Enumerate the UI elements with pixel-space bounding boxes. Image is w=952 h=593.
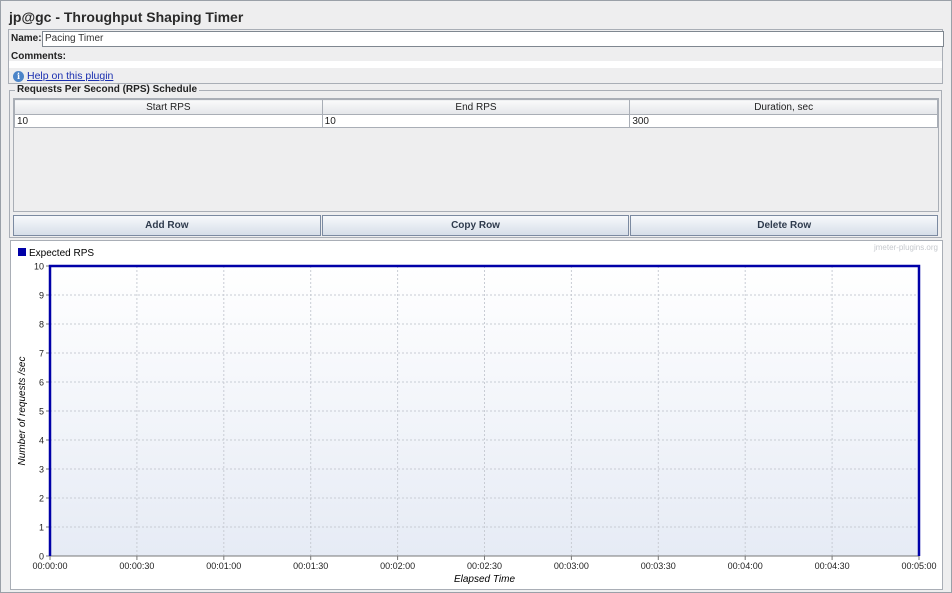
delete-row-button[interactable]: Delete Row bbox=[630, 215, 939, 236]
x-tick-label: 00:00:30 bbox=[119, 561, 154, 571]
x-tick-label: 00:00:00 bbox=[32, 561, 67, 571]
watermark: jmeter-plugins.org bbox=[873, 243, 938, 252]
table-cell[interactable]: 10 bbox=[321, 114, 631, 128]
schedule-button-row: Add Row Copy Row Delete Row bbox=[13, 215, 939, 236]
y-tick-label: 1 bbox=[39, 523, 44, 533]
x-tick-label: 00:04:30 bbox=[815, 561, 850, 571]
table-cell[interactable]: 10 bbox=[14, 114, 323, 128]
y-tick-label: 5 bbox=[39, 407, 44, 417]
x-tick-label: 00:01:30 bbox=[293, 561, 328, 571]
x-tick-label: 00:03:30 bbox=[641, 561, 676, 571]
y-tick-label: 10 bbox=[34, 262, 44, 272]
y-tick-label: 3 bbox=[39, 465, 44, 475]
y-axis-label: Number of requests /sec bbox=[17, 357, 28, 466]
x-tick-label: 00:04:00 bbox=[728, 561, 763, 571]
y-tick-label: 4 bbox=[39, 436, 44, 446]
y-tick-label: 2 bbox=[39, 494, 44, 504]
rps-schedule-legend: Requests Per Second (RPS) Schedule bbox=[15, 84, 200, 95]
comments-field[interactable] bbox=[9, 61, 942, 68]
rps-chart: jmeter-plugins.org Expected RPS 0 1 2 3 4 5 6 7… bbox=[10, 240, 943, 590]
table-cell[interactable]: 300 bbox=[629, 114, 938, 128]
info-icon: i bbox=[13, 70, 24, 82]
y-tick-label: 8 bbox=[39, 320, 44, 330]
chart-svg: jmeter-plugins.org Expected RPS 0 1 2 3 4 5 6 7… bbox=[17, 243, 938, 585]
name-label: Name: bbox=[11, 33, 42, 44]
add-row-button[interactable]: Add Row bbox=[13, 215, 321, 236]
rps-schedule-group: Requests Per Second (RPS) Schedule Start… bbox=[9, 84, 942, 238]
x-tick-label: 00:05:00 bbox=[901, 561, 936, 571]
page-title: jp@gc - Throughput Shaping Timer bbox=[9, 9, 244, 25]
help-row: i Help on this plugin bbox=[13, 69, 113, 83]
y-tick-label: 7 bbox=[39, 349, 44, 359]
schedule-table: Start RPS End RPS Duration, sec 10 10 30… bbox=[13, 98, 939, 212]
copy-row-button[interactable]: Copy Row bbox=[321, 215, 630, 236]
y-tick-label: 6 bbox=[39, 378, 44, 388]
help-link[interactable]: Help on this plugin bbox=[27, 70, 113, 82]
x-axis-label: Elapsed Time bbox=[454, 574, 515, 585]
x-tick-label: 00:03:00 bbox=[554, 561, 589, 571]
x-tick-label: 00:01:00 bbox=[206, 561, 241, 571]
x-tick-label: 00:02:30 bbox=[467, 561, 502, 571]
x-tick-label: 00:02:00 bbox=[380, 561, 415, 571]
column-header-duration[interactable]: Duration, sec bbox=[629, 99, 938, 115]
y-tick-label: 9 bbox=[39, 291, 44, 301]
legend-label: Expected RPS bbox=[29, 248, 94, 259]
table-row[interactable]: 10 10 300 bbox=[14, 114, 938, 128]
y-tick-label: 0 bbox=[39, 552, 44, 562]
name-field[interactable]: Pacing Timer bbox=[42, 31, 944, 47]
column-header-end-rps[interactable]: End RPS bbox=[321, 99, 631, 115]
legend-swatch bbox=[18, 248, 26, 256]
name-comments-panel: Name: Pacing Timer Comments: i Help on t… bbox=[8, 29, 944, 84]
column-header-start-rps[interactable]: Start RPS bbox=[14, 99, 323, 115]
